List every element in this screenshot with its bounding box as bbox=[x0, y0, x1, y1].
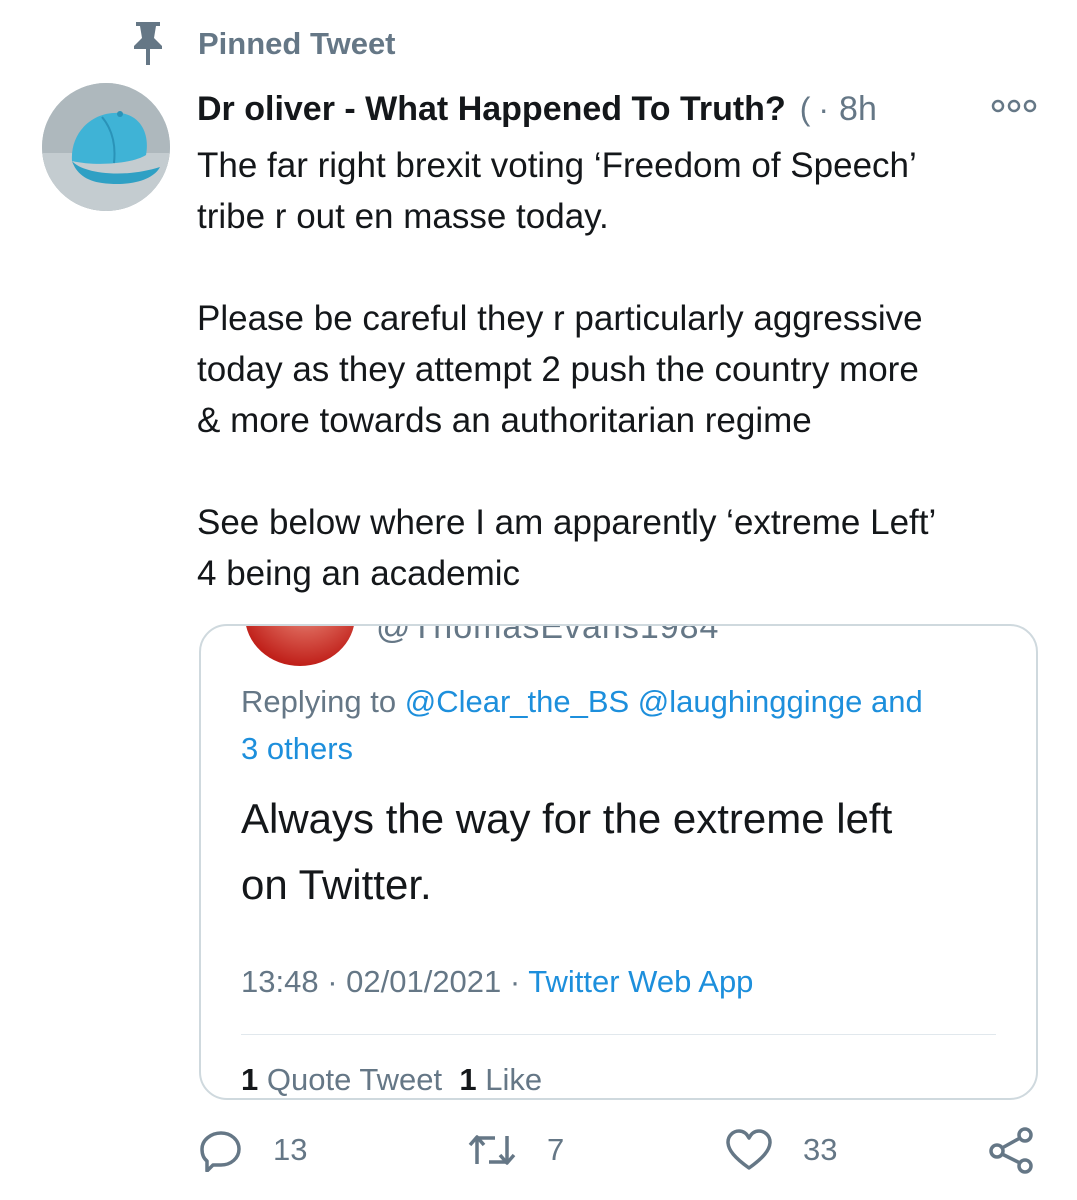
quote-tweet-label: Quote Tweet bbox=[266, 1062, 443, 1097]
tweet-line: Please be careful they r particularly ag… bbox=[197, 299, 923, 338]
retweet-button[interactable]: 7 bbox=[467, 1120, 564, 1180]
quoted-like-count: 1 bbox=[459, 1062, 477, 1097]
tweet-line: tribe r out en masse today. bbox=[197, 197, 609, 236]
quoted-stats: 1 Quote Tweet 1 Like bbox=[241, 1062, 542, 1098]
replying-to: Replying to @Clear_the_BS @laughingginge… bbox=[241, 678, 1001, 772]
quoted-avatar bbox=[245, 626, 355, 666]
quoted-line: Always the way for the extreme left bbox=[241, 795, 893, 842]
tweet-line: See below where I am apparently ‘extreme… bbox=[197, 503, 937, 542]
quoted-handle: @ThomasEvans1984 bbox=[376, 624, 720, 646]
quoted-timestamp: 13:48 · 02/01/2021 · bbox=[241, 964, 521, 999]
replying-prefix: Replying to bbox=[241, 684, 397, 719]
tweet-header: Dr oliver - What Happened To Truth? ( · … bbox=[197, 84, 1047, 134]
more-options-icon[interactable] bbox=[989, 94, 1039, 118]
reply-count: 13 bbox=[273, 1132, 308, 1167]
reply-icon bbox=[199, 1128, 243, 1172]
quoted-line: on Twitter. bbox=[241, 861, 432, 908]
tweet-actions: 13 7 33 bbox=[197, 1120, 1047, 1180]
quoted-meta: 13:48 · 02/01/2021 · Twitter Web App bbox=[241, 964, 753, 1000]
retweet-count: 7 bbox=[547, 1132, 565, 1167]
tweet-time[interactable]: 8h bbox=[839, 90, 877, 129]
like-count: 33 bbox=[803, 1132, 838, 1167]
retweet-icon bbox=[467, 1130, 517, 1170]
author-name[interactable]: Dr oliver - What Happened To Truth? bbox=[197, 90, 786, 129]
quote-tweet-count: 1 bbox=[241, 1062, 259, 1097]
replying-others: 3 others bbox=[241, 731, 354, 766]
tweet-line: 4 being an academic bbox=[197, 554, 520, 593]
pinned-tweet-header: Pinned Tweet bbox=[128, 22, 396, 66]
author-handle[interactable]: ( bbox=[800, 91, 811, 128]
like-icon bbox=[725, 1128, 773, 1172]
tweet-line: & more towards an authoritarian regime bbox=[197, 401, 812, 440]
quoted-divider bbox=[241, 1034, 996, 1035]
tweet-text: The far right brexit voting ‘Freedom of … bbox=[197, 140, 1047, 599]
tweet-line: today as they attempt 2 push the country… bbox=[197, 350, 919, 389]
pinned-tweet-label: Pinned Tweet bbox=[198, 26, 396, 61]
replying-users: @Clear_the_BS @laughingginge and bbox=[404, 684, 923, 719]
quoted-like-label: Like bbox=[485, 1062, 543, 1097]
pin-icon bbox=[128, 22, 168, 66]
reply-button[interactable]: 13 bbox=[199, 1120, 307, 1180]
quoted-text: Always the way for the extreme left on T… bbox=[241, 786, 1001, 918]
like-button[interactable]: 33 bbox=[725, 1120, 837, 1180]
tweet-line: The far right brexit voting ‘Freedom of … bbox=[197, 146, 917, 185]
header-separator: · bbox=[818, 90, 830, 127]
share-button[interactable] bbox=[987, 1120, 1035, 1180]
quoted-source: Twitter Web App bbox=[528, 964, 754, 999]
author-avatar[interactable] bbox=[42, 83, 170, 211]
share-icon bbox=[987, 1126, 1035, 1174]
attached-image[interactable]: @ThomasEvans1984 Replying to @Clear_the_… bbox=[199, 624, 1038, 1100]
